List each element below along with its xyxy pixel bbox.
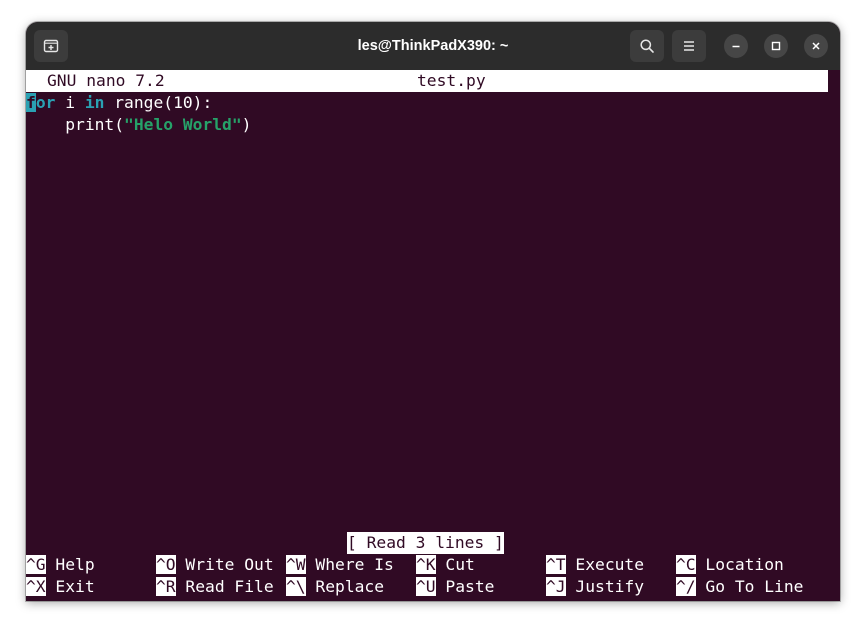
shortcut-label: Location bbox=[705, 555, 784, 574]
shortcut-label: Exit bbox=[55, 577, 95, 596]
shortcut-key: ^X bbox=[26, 577, 46, 596]
code-text: ) bbox=[241, 115, 252, 134]
minimize-icon bbox=[732, 45, 740, 48]
search-icon bbox=[640, 39, 654, 53]
shortcut-item: ^/ Go To Line bbox=[676, 576, 803, 598]
shortcut-label: Execute bbox=[575, 555, 645, 574]
text-cursor: f bbox=[26, 93, 36, 112]
shortcut-key: ^R bbox=[156, 577, 176, 596]
close-button[interactable] bbox=[804, 34, 828, 58]
terminal-content[interactable]: GNU nano 7.2 test.py for i in range(10): … bbox=[26, 70, 840, 601]
new-tab-button[interactable] bbox=[34, 30, 68, 62]
shortcut-item: ^W Where Is bbox=[286, 554, 394, 576]
terminal-window: les@ThinkPadX390: ~ GNU nano 7.2 test.py… bbox=[26, 22, 840, 601]
search-button[interactable] bbox=[630, 30, 664, 62]
scrollbar[interactable] bbox=[828, 70, 840, 601]
maximize-button[interactable] bbox=[764, 34, 788, 58]
nano-header-bar: GNU nano 7.2 test.py bbox=[26, 70, 828, 92]
status-message: [ Read 3 lines ] bbox=[347, 532, 504, 554]
shortcut-label: Go To Line bbox=[705, 577, 804, 596]
shortcut-item: ^R Read File bbox=[156, 576, 274, 598]
shortcut-label: Where Is bbox=[315, 555, 394, 574]
close-icon bbox=[812, 42, 820, 50]
shortcut-key: ^/ bbox=[676, 577, 696, 596]
shortcut-key: ^\ bbox=[286, 577, 306, 596]
shortcut-label: Cut bbox=[445, 555, 475, 574]
shortcut-label: Paste bbox=[445, 577, 495, 596]
string-literal: "Helo World" bbox=[124, 115, 242, 134]
shortcut-key: ^T bbox=[546, 555, 566, 574]
shortcut-item: ^X Exit bbox=[26, 576, 95, 598]
code-text: range(10): bbox=[104, 93, 213, 112]
shortcut-key: ^J bbox=[546, 577, 566, 596]
shortcut-key: ^O bbox=[156, 555, 176, 574]
shortcut-label: Help bbox=[55, 555, 95, 574]
code-text: i bbox=[55, 93, 85, 112]
shortcut-label: Write Out bbox=[185, 555, 274, 574]
shortcut-item: ^C Location bbox=[676, 554, 784, 576]
keyword-in: in bbox=[84, 93, 105, 112]
shortcut-key: ^W bbox=[286, 555, 306, 574]
shortcut-item: ^J Justify bbox=[546, 576, 644, 598]
shortcut-item: ^G Help bbox=[26, 554, 95, 576]
hamburger-menu-icon bbox=[684, 41, 694, 51]
shortcut-key: ^K bbox=[416, 555, 436, 574]
shortcut-key: ^U bbox=[416, 577, 436, 596]
keyword-for: or bbox=[35, 93, 56, 112]
shortcut-item: ^T Execute bbox=[546, 554, 644, 576]
menu-button[interactable] bbox=[672, 30, 706, 62]
shortcut-key: ^C bbox=[676, 555, 696, 574]
shortcut-label: Read File bbox=[185, 577, 274, 596]
shortcut-item: ^\ Replace bbox=[286, 576, 384, 598]
minimize-button[interactable] bbox=[724, 34, 748, 58]
shortcut-item: ^O Write Out bbox=[156, 554, 274, 576]
code-line-2[interactable]: print("Helo World") bbox=[26, 114, 251, 136]
nano-version: GNU nano 7.2 bbox=[47, 71, 165, 90]
title-bar: les@ThinkPadX390: ~ bbox=[26, 22, 840, 70]
nano-filename: test.py bbox=[417, 71, 486, 90]
window-title: les@ThinkPadX390: ~ bbox=[357, 38, 509, 54]
shortcut-item: ^K Cut bbox=[416, 554, 475, 576]
shortcut-item: ^U Paste bbox=[416, 576, 494, 598]
shortcut-label: Justify bbox=[575, 577, 645, 596]
maximize-icon bbox=[771, 41, 781, 51]
code-text: print( bbox=[26, 115, 125, 134]
shortcut-label: Replace bbox=[315, 577, 385, 596]
shortcut-key: ^G bbox=[26, 555, 46, 574]
code-line-1[interactable]: for i in range(10): bbox=[26, 92, 212, 114]
new-tab-icon bbox=[43, 39, 59, 53]
